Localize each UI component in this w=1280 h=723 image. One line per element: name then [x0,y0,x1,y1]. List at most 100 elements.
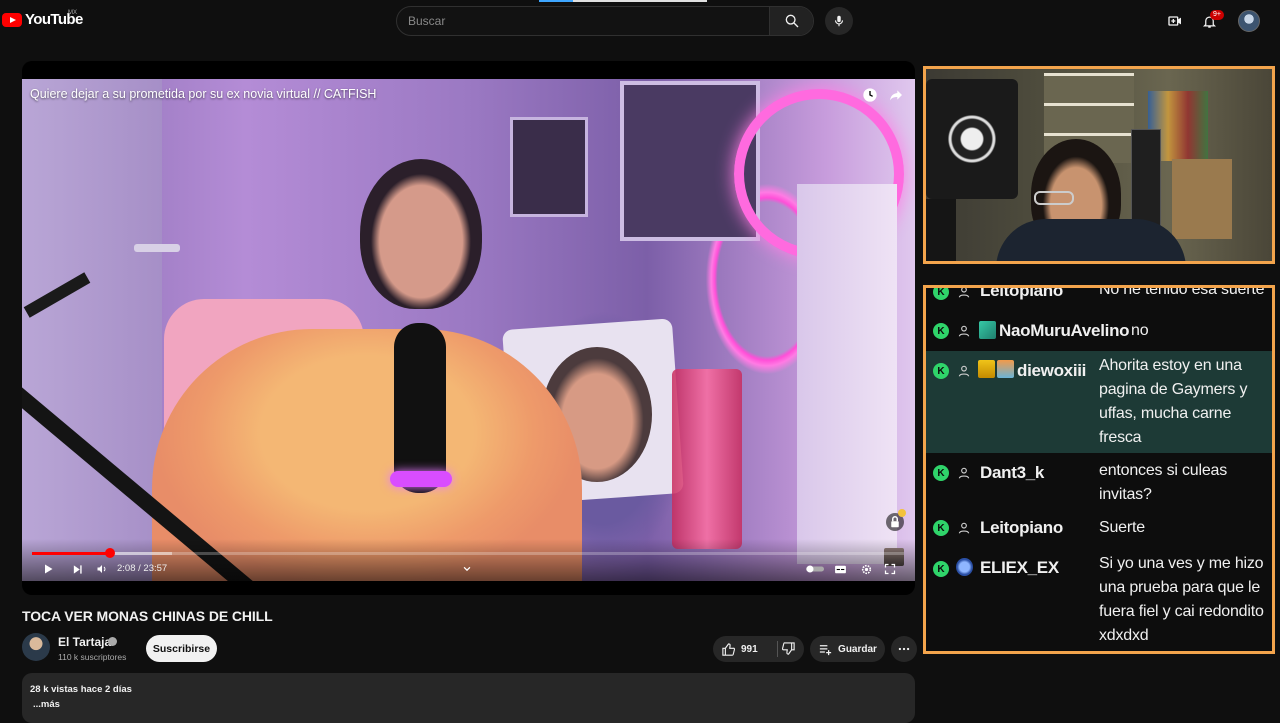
subtitles-button[interactable] [832,561,848,577]
webcam-overlay [923,66,1275,264]
like-dislike-group: 991 [713,636,804,662]
autoplay-toggle-icon [806,565,824,573]
chat-overlay: K Leitopiano No he tenido esa suerte K N… [923,285,1275,654]
progress-bar[interactable] [32,548,904,558]
chat-text: Ahorita estoy en una pagina de Gaymers y… [1099,357,1248,446]
emote-icon [979,321,996,339]
share-button[interactable] [888,87,906,105]
webcam-furniture [1172,159,1232,239]
user-icon [956,288,972,300]
more-horizontal-icon [898,647,910,651]
save-button[interactable]: Guardar [810,636,885,662]
chat-text: No he tenido esa suerte [1099,285,1265,298]
thumbs-down-icon [781,642,795,655]
scrubber-handle[interactable] [104,548,115,558]
like-divider [777,641,778,657]
chat-username[interactable]: ELIEX_EX [980,558,1059,578]
video-radiator [797,184,897,564]
crown-emote-icon [978,360,995,378]
chat-username[interactable]: Leitopiano [980,288,1063,301]
share-icon [890,90,902,101]
dislike-button[interactable] [781,641,796,659]
user-icon [956,465,972,481]
chat-username[interactable]: Dant3_k [980,463,1044,483]
gear-icon [861,564,871,574]
video-frame[interactable]: Quiere dejar a su prometida por su ex no… [22,79,915,581]
search-button[interactable] [769,7,813,35]
chat-message: K Dant3_k entonces si culeas invitas? [926,455,1272,509]
top-bar: YouTube MX 9+ [0,0,1280,42]
user-icon [956,520,972,536]
video-stats: 28 k vistas hace 2 días [30,684,132,695]
like-button[interactable]: 991 [721,636,758,662]
time-display: 2:08 / 23:57 [117,563,168,574]
mic-icon [834,15,844,27]
video-overlay-title[interactable]: Quiere dejar a su prometida por su ex no… [30,87,376,101]
search-input[interactable] [397,7,769,35]
k-badge-icon: K [933,520,949,536]
subtitles-icon [834,565,846,573]
page-load-progress [539,0,707,2]
user-icon [956,363,972,379]
channel-avatar[interactable] [22,633,50,661]
k-badge-icon: K [933,561,949,577]
clock-icon [863,88,877,102]
create-icon [1168,16,1181,26]
chevron-down-icon [463,566,471,572]
watch-later-button[interactable] [862,87,880,105]
video-wall-frame-1 [510,117,588,217]
volume-icon [97,565,106,573]
chat-message: K NaoMuruAvelino no [926,315,1272,349]
video-door-handle [134,244,180,252]
thumbs-up-icon [722,642,736,656]
description-box[interactable]: 28 k vistas hace 2 días ...más [22,673,915,723]
play-button[interactable] [40,561,56,577]
create-button[interactable] [1166,12,1184,30]
channel-name[interactable]: El Tartaja [58,635,111,649]
k-badge-icon: K [933,288,949,300]
video-title: TOCA VER MONAS CHINAS DE CHILL [22,608,273,624]
chat-text: Suerte [1099,519,1145,536]
chat-message: K Leitopiano No he tenido esa suerte [926,285,1272,308]
chat-username[interactable]: Leitopiano [980,518,1063,538]
voice-search-button[interactable] [825,7,853,35]
chat-username[interactable]: diewoxiii [1017,361,1086,381]
fullscreen-icon [884,563,896,575]
webcam-mic-arm [926,199,956,261]
chat-text: Si yo una ves y me hizo una prueba para … [1099,555,1264,644]
like-count: 991 [741,643,758,655]
fullscreen-button[interactable] [882,561,898,577]
verified-icon [108,637,117,646]
video-microphone [394,323,446,493]
autoplay-toggle[interactable] [805,561,825,577]
playlist-add-icon [819,644,832,655]
search-box [396,6,814,36]
chat-text: no [1131,322,1149,339]
subscribe-button[interactable]: Suscribirse [146,635,217,662]
k-badge-icon: K [933,465,949,481]
video-player[interactable]: Quiere dejar a su prometida por su ex no… [22,61,915,595]
emote-icon [997,360,1014,378]
account-avatar[interactable] [1238,10,1260,32]
search-icon [785,14,798,28]
video-person-head [360,159,482,309]
video-mic-glow [390,471,452,487]
more-actions-button[interactable] [891,636,917,662]
webcam-hoodie [926,79,1018,199]
next-button[interactable] [69,561,85,577]
description-more[interactable]: ...más [33,699,60,710]
avatar-emote-icon [956,558,973,576]
chapter-chevron-button[interactable] [459,561,475,577]
settings-button[interactable] [858,561,874,577]
volume-button[interactable] [94,561,110,577]
notification-badge: 9+ [1210,10,1224,20]
play-icon [45,564,53,574]
played-bar [32,552,110,555]
subscriber-count: 110 k suscriptores [58,652,127,662]
webcam-glasses [1034,191,1074,205]
chat-username[interactable]: NaoMuruAvelino [999,321,1130,341]
k-badge-icon: K [933,323,949,339]
video-cup [672,369,742,549]
youtube-play-icon [2,12,22,27]
k-badge-icon: K [933,363,949,379]
